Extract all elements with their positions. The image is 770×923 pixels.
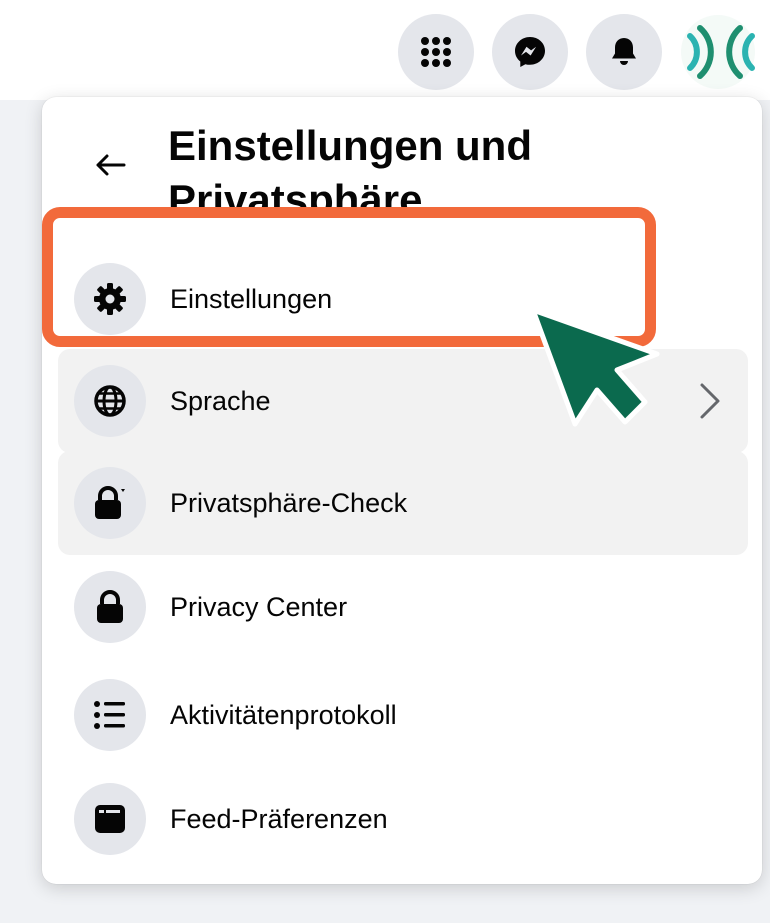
lock-check-icon [74,467,146,539]
bell-icon [612,38,636,65]
chevron-right-icon [700,383,720,419]
menu-item-label: Feed-Präferenzen [170,803,388,834]
menu-item-aktivitaetenprotokoll[interactable]: Aktivitätenprotokoll [58,663,748,767]
messenger-button[interactable] [492,14,568,90]
pointer-cursor-icon [530,307,660,427]
feed-icon [74,783,146,855]
profile-avatar[interactable] [680,14,770,90]
globe-icon [74,365,146,437]
menu-item-label: Sprache [170,385,271,416]
grid-menu-button[interactable] [398,14,474,90]
lock-icon [74,571,146,643]
menu-item-label: Privatsphäre-Check [170,487,408,518]
top-navigation-bar [0,0,770,100]
back-button[interactable] [90,145,130,185]
list-icon [74,679,146,751]
menu-item-label: Aktivitätenprotokoll [170,699,397,730]
notifications-button[interactable] [586,14,662,90]
avatar-logo-icon [681,15,755,89]
messenger-icon [515,37,545,67]
menu-item-privacy-center[interactable]: Privacy Center [58,555,748,659]
panel-header: Einstellungen und Privatsphäre [42,97,762,217]
menu-item-label: Privacy Center [170,591,348,622]
grid-menu-icon [421,37,451,67]
menu-item-privatsphaere-check[interactable]: Privatsphäre-Check [58,451,748,555]
back-arrow-icon [96,154,126,176]
panel-title: Einstellungen und Privatsphäre [168,122,532,207]
menu-item-feed-praeferenzen[interactable]: Feed-Präferenzen [58,767,748,871]
